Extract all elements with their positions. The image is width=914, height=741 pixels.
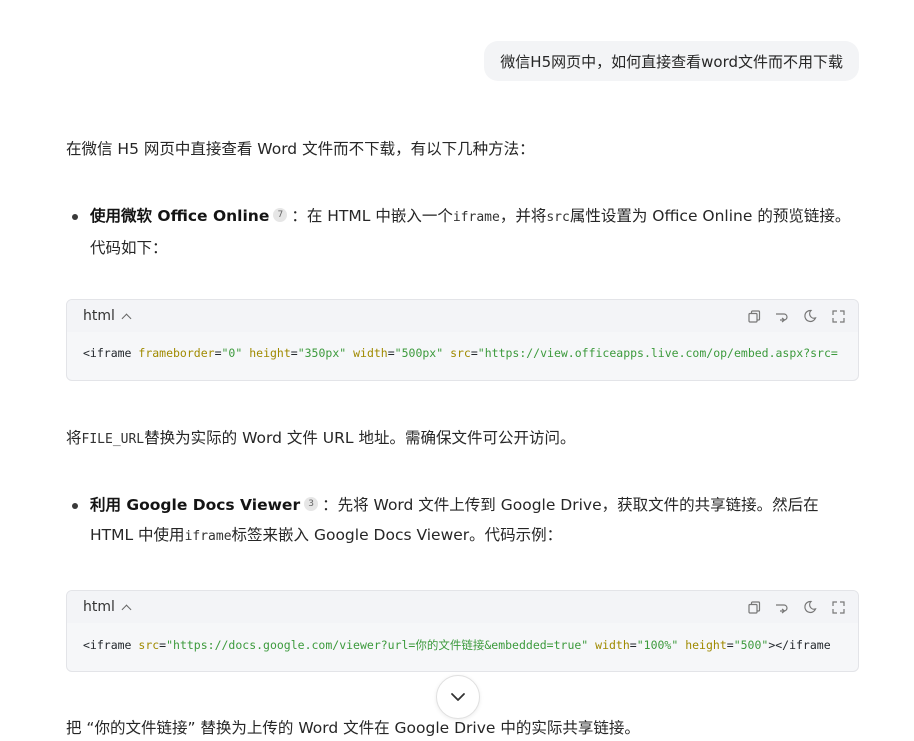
code-token-tag: =	[214, 346, 222, 360]
code-token-attr: width	[353, 346, 388, 360]
inline-code: FILE_URL	[81, 432, 145, 447]
code-token-tag: <iframe	[83, 638, 139, 652]
code-token-attr: height	[685, 638, 727, 652]
code-token-str: "https://docs.google.com/viewer?url=你的文件…	[166, 638, 589, 652]
code-block-header: html	[67, 300, 858, 332]
bullet-title: 利用 Google Docs Viewer	[90, 496, 301, 514]
code-lang-label: html	[83, 599, 115, 615]
wrap-icon[interactable]	[774, 308, 790, 324]
citation-badge[interactable]: 7	[273, 208, 288, 222]
code-token-str: "100%"	[636, 638, 679, 652]
code-lang-toggle[interactable]: html	[83, 308, 132, 324]
code-lang-toggle[interactable]: html	[83, 599, 132, 615]
code-toolbar	[746, 308, 846, 324]
expand-icon[interactable]	[830, 308, 846, 324]
bullet-text: ，并将	[499, 207, 547, 225]
code-token-attr: width	[595, 638, 630, 652]
code-token-attr: src	[138, 638, 160, 652]
paragraph-file-url: 将FILE_URL替换为实际的 Word 文件 URL 地址。需确保文件可公开访…	[66, 426, 575, 448]
bullet-google-docs: 利用 Google Docs Viewer 3 ：先将 Word 文件上传到 Goo…	[72, 490, 862, 552]
intro-paragraph: 在微信 H5 网页中直接查看 Word 文件而不下载，有以下几种方法：	[66, 140, 535, 158]
code-token-tag: =	[726, 638, 734, 652]
citation-badge[interactable]: 3	[304, 497, 319, 511]
code-token-tag: <iframe	[83, 346, 139, 360]
bullet-text: 标签来嵌入 Google Docs Viewer。代码示例：	[231, 526, 563, 544]
code-token-attr: height	[249, 346, 291, 360]
code-token-attr: frameborder	[138, 346, 215, 360]
code-block: html <iframe src = "https://docs.google.co…	[66, 590, 859, 672]
chevron-up-icon	[121, 604, 132, 614]
wrap-icon[interactable]	[774, 599, 790, 615]
bullet-text: ：在 HTML 中嵌入一个	[291, 207, 453, 225]
code-lang-label: html	[83, 308, 115, 324]
code-token-str: "0"	[221, 346, 243, 360]
inline-code: iframe	[184, 529, 232, 544]
code-block-header: html	[67, 591, 858, 623]
code-token-tag: =	[387, 346, 395, 360]
copy-icon[interactable]	[746, 599, 762, 615]
theme-icon[interactable]	[802, 599, 818, 615]
code-token-tag: =	[290, 346, 298, 360]
code-token-str: "500"	[733, 638, 769, 652]
code-content: <iframe frameborder="0" height="350px" w…	[67, 332, 858, 374]
user-message-bubble: 微信H5网页中，如何直接查看word文件而不用下载	[484, 41, 859, 81]
theme-icon[interactable]	[802, 308, 818, 324]
code-token-attr: src	[450, 346, 471, 360]
code-content: <iframe src = "https://docs.google.com/vie…	[67, 623, 858, 667]
chevron-up-icon	[121, 313, 132, 323]
inline-code: iframe	[452, 210, 500, 225]
code-token-tag: ></iframe	[768, 638, 831, 652]
code-token-tag: =	[470, 346, 478, 360]
bullet-title: 使用微软 Office Online	[90, 207, 270, 225]
copy-icon[interactable]	[746, 308, 762, 324]
code-token-str: "https://view.officeapps.live.com/op/emb…	[477, 346, 838, 360]
para-text: 替换为实际的 Word 文件 URL 地址。需确保文件可公开访问。	[144, 429, 576, 447]
code-token-str: "500px"	[394, 346, 444, 360]
bullet-dot	[72, 214, 78, 220]
inline-code: src	[546, 210, 570, 225]
paragraph-replace-link: 把 “你的文件链接” 替换为上传的 Word 文件在 Google Drive …	[66, 719, 640, 737]
code-token-str: "350px"	[297, 346, 347, 360]
bullet-dot	[72, 503, 78, 509]
bullet-office-online: 使用微软 Office Online 7 ：在 HTML 中嵌入一个iframe，并…	[72, 201, 862, 263]
code-token-tag: =	[629, 638, 637, 652]
user-message-text: 微信H5网页中，如何直接查看word文件而不用下载	[500, 52, 843, 71]
para-text: 将	[66, 429, 82, 447]
scroll-down-button[interactable]	[436, 675, 480, 719]
code-block: html <iframe frameborder="0" height="350…	[66, 299, 859, 381]
chevron-down-icon	[451, 693, 465, 701]
code-toolbar	[746, 599, 846, 615]
expand-icon[interactable]	[830, 599, 846, 615]
